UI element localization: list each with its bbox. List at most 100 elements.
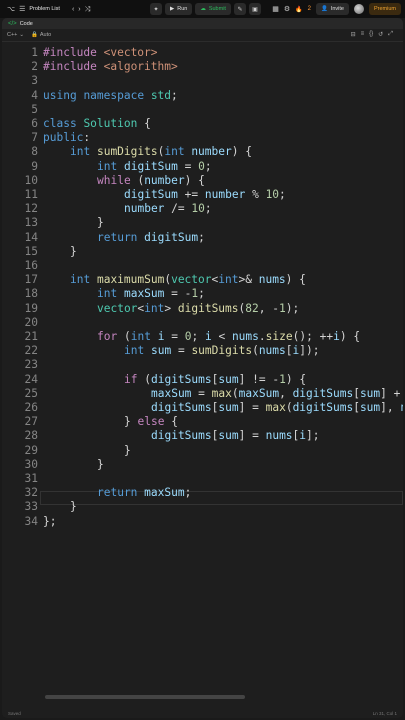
autosave-indicator[interactable]: 🔒 Auto: [31, 32, 51, 38]
notes-button[interactable]: ✎: [233, 3, 246, 15]
line-number: 2: [31, 60, 38, 74]
bug-icon: ✦: [153, 6, 159, 13]
next-problem-icon[interactable]: ›: [78, 6, 80, 13]
code-line[interactable]: 8 int sumDigits(int number) {: [2, 145, 403, 159]
code-line[interactable]: 30 }: [2, 458, 403, 472]
code-line[interactable]: 11 digitSum += number % 10;: [2, 188, 403, 202]
line-number: 13: [24, 216, 38, 230]
avatar[interactable]: [353, 4, 364, 14]
code-text: int sum = sumDigits(nums[i]);: [124, 344, 320, 358]
code-line[interactable]: 34};: [2, 515, 403, 529]
code-line[interactable]: 33 }: [2, 500, 403, 514]
reset-icon[interactable]: ↺: [378, 31, 383, 38]
code-editor[interactable]: 1 #include <vector> 2 #include <algorithm> 3…: [2, 43, 403, 698]
code-line[interactable]: 31: [2, 472, 403, 486]
code-text: }: [124, 443, 131, 457]
whiteboard-button[interactable]: ▣: [248, 3, 261, 15]
whiteboard-icon: ▣: [252, 6, 258, 13]
fullscreen-icon[interactable]: ⤢: [388, 31, 393, 38]
code-line[interactable]: 10 while (number) {: [2, 174, 403, 188]
prev-problem-icon[interactable]: ‹: [72, 6, 74, 13]
code-text: #include <algorithm>: [43, 60, 178, 74]
run-label: Run: [177, 6, 188, 12]
code-text: }: [97, 457, 104, 471]
code-line[interactable]: 15 }: [2, 245, 403, 259]
code-text: return maxSum;: [97, 486, 192, 500]
code-line[interactable]: 25 maxSum = max(maxSum, digitSums[sum] +…: [2, 387, 403, 401]
code-line[interactable]: 28 digitSums[sum] = nums[i];: [2, 429, 403, 443]
code-line[interactable]: 14 return digitSum;: [2, 231, 403, 245]
code-line[interactable]: 17 int maximumSum(vector<int>& nums) {: [2, 273, 403, 287]
code-line[interactable]: 7 public:: [2, 131, 403, 145]
code-line[interactable]: 1 #include <vector>: [2, 46, 403, 60]
code-text: int sumDigits(int number) {: [70, 145, 252, 159]
code-line[interactable]: 20: [2, 316, 403, 330]
line-number: 11: [24, 188, 38, 201]
code-line[interactable]: 3: [2, 74, 403, 88]
code-text: number /= 10;: [124, 202, 212, 216]
code-text: } else {: [124, 415, 178, 429]
code-text: while (number) {: [97, 173, 205, 187]
code-line[interactable]: 4 using namespace std;: [2, 89, 403, 103]
code-line[interactable]: 18 int maxSum = -1;: [2, 287, 403, 301]
braces-icon[interactable]: {}: [369, 31, 373, 38]
code-panel-title: Code: [19, 20, 33, 27]
invite-label: Invite: [330, 6, 344, 12]
line-number: 5: [31, 102, 38, 116]
line-number: 19: [24, 301, 38, 315]
shuffle-icon[interactable]: ⤨: [85, 6, 91, 13]
code-panel: </> Code C++ ⌄ 🔒 Auto ⊟ ≡ {} ↺ ⤢ 1 #inclu…: [2, 18, 403, 718]
line-number: 7: [31, 131, 38, 145]
code-line[interactable]: 24 if (digitSums[sum] != -1) {: [2, 373, 403, 387]
bookmark-icon[interactable]: ⊟: [351, 31, 356, 38]
code-text: using namespace std;: [43, 88, 178, 102]
line-number: 25: [24, 386, 38, 400]
run-button[interactable]: ▶ Run: [165, 3, 193, 15]
code-text: if (digitSums[sum] != -1) {: [124, 372, 307, 386]
code-text: int digitSum = 0;: [97, 159, 212, 173]
fire-icon[interactable]: 🔥: [295, 6, 302, 13]
line-number: 30: [24, 457, 38, 471]
code-line[interactable]: 2 #include <algorithm>: [2, 60, 403, 74]
code-line[interactable]: 12 number /= 10;: [2, 202, 403, 216]
debug-button[interactable]: ✦: [150, 3, 162, 15]
problem-list-icon[interactable]: ☰: [19, 6, 25, 13]
line-number: 4: [31, 88, 38, 102]
add-user-icon: 👤: [320, 6, 328, 12]
code-line[interactable]: 26 digitSums[sum] = max(digitSums[sum], …: [2, 401, 403, 415]
logo-icon[interactable]: ⌥: [7, 6, 15, 13]
submit-button[interactable]: ☁ Submit: [195, 3, 231, 15]
code-line[interactable]: 32 return maxSum;: [2, 486, 403, 500]
settings-icon[interactable]: ⚙: [284, 6, 290, 13]
upload-icon: ☁: [200, 6, 206, 12]
line-number: 26: [24, 401, 38, 414]
code-line[interactable]: 29 }: [2, 444, 403, 458]
code-line[interactable]: 19 vector<int> digitSums(82, -1);: [2, 302, 403, 316]
code-text: class Solution {: [43, 117, 151, 130]
code-line[interactable]: 23: [2, 358, 403, 372]
problem-list-link[interactable]: Problem List: [29, 6, 60, 12]
line-number: 29: [24, 443, 38, 457]
premium-button[interactable]: Premium: [368, 3, 401, 15]
code-line[interactable]: 22 int sum = sumDigits(nums[i]);: [2, 344, 403, 358]
line-number: 12: [24, 202, 38, 216]
line-number: 1: [31, 46, 38, 59]
code-line[interactable]: 6 class Solution {: [2, 117, 403, 131]
code-text: public:: [43, 131, 91, 145]
code-line[interactable]: 27 } else {: [2, 415, 403, 429]
code-line[interactable]: 21 for (int i = 0; i < nums.size(); ++i)…: [2, 330, 403, 344]
code-line[interactable]: 5: [2, 103, 403, 117]
code-line[interactable]: 16: [2, 259, 403, 273]
language-select[interactable]: C++ ⌄: [7, 32, 24, 38]
layout-icon[interactable]: ▦: [272, 6, 279, 13]
code-text: };: [43, 514, 57, 528]
format-icon[interactable]: ≡: [361, 31, 365, 38]
code-line[interactable]: 13 }: [2, 216, 403, 230]
editor-toolbar: C++ ⌄ 🔒 Auto: [2, 29, 403, 42]
invite-button[interactable]: 👤 Invite: [315, 3, 349, 15]
top-bar-left: ⌥ ☰ Problem List ‹ › ⤨: [0, 6, 90, 13]
line-number: 8: [31, 145, 38, 159]
streak-count: 2: [307, 6, 311, 12]
line-number: 23: [24, 358, 38, 372]
code-line[interactable]: 9 int digitSum = 0;: [2, 160, 403, 174]
